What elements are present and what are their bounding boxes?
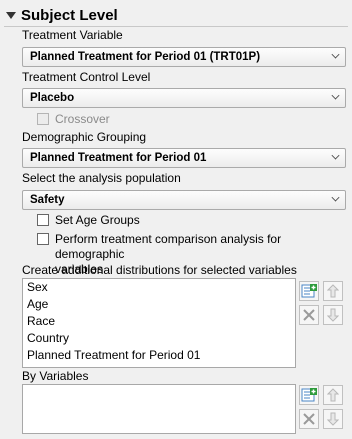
treatment-variable-value: Planned Treatment for Period 01 (TRT01P) xyxy=(30,51,261,63)
by-variables-listbox[interactable] xyxy=(22,384,296,434)
distributions-listbox[interactable]: Sex Age Race Country Planned Treatment f… xyxy=(22,278,296,368)
chevron-down-icon xyxy=(331,91,340,100)
section-header[interactable]: Subject Level xyxy=(6,4,118,26)
list-item[interactable]: Sex xyxy=(23,279,295,296)
arrow-up-icon xyxy=(327,388,339,402)
distributions-remove-button[interactable] xyxy=(299,305,319,325)
by-variables-move-down-button[interactable] xyxy=(323,409,343,429)
section-divider xyxy=(4,26,348,27)
arrow-down-icon xyxy=(327,412,339,426)
list-item[interactable]: Country xyxy=(23,330,295,347)
chevron-down-icon xyxy=(331,50,340,59)
remove-x-icon xyxy=(303,413,315,425)
list-item[interactable]: Age xyxy=(23,296,295,313)
treatment-control-value: Placebo xyxy=(30,92,75,104)
add-list-icon xyxy=(301,284,317,298)
distributions-move-up-button[interactable] xyxy=(323,281,343,301)
arrow-up-icon xyxy=(327,284,339,298)
demographic-grouping-label: Demographic Grouping xyxy=(22,130,147,144)
by-variables-remove-button[interactable] xyxy=(299,409,319,429)
treatment-variable-label: Treatment Variable xyxy=(22,28,123,42)
subject-level-panel: Subject Level Treatment Variable Planned… xyxy=(4,2,348,436)
distributions-label: Create additional distributions for sele… xyxy=(22,263,297,277)
chevron-down-icon xyxy=(331,151,340,160)
add-list-icon xyxy=(301,388,317,402)
treatment-comparison-label-line1: Perform treatment comparison analysis fo… xyxy=(55,232,282,261)
demographic-grouping-dropdown[interactable]: Planned Treatment for Period 01 xyxy=(22,148,346,168)
analysis-population-value: Safety xyxy=(30,194,65,206)
arrow-down-icon xyxy=(327,308,339,322)
distributions-move-down-button[interactable] xyxy=(323,305,343,325)
chevron-down-icon xyxy=(331,193,340,202)
collapse-triangle-icon[interactable] xyxy=(6,11,16,19)
by-variables-label: By Variables xyxy=(22,369,89,383)
distributions-add-button[interactable] xyxy=(299,281,319,301)
list-item[interactable]: Race xyxy=(23,313,295,330)
remove-x-icon xyxy=(303,309,315,321)
crossover-checkbox[interactable] xyxy=(37,113,49,125)
set-age-groups-option: Set Age Groups xyxy=(37,213,140,227)
list-item[interactable]: Planned Treatment for Period 01 xyxy=(23,347,295,364)
by-variables-add-button[interactable] xyxy=(299,385,319,405)
section-title: Subject Level xyxy=(21,6,118,24)
treatment-control-label: Treatment Control Level xyxy=(22,70,151,84)
treatment-comparison-checkbox[interactable] xyxy=(37,233,49,245)
demographic-grouping-value: Planned Treatment for Period 01 xyxy=(30,152,207,164)
crossover-label: Crossover xyxy=(55,112,110,126)
treatment-control-dropdown[interactable]: Placebo xyxy=(22,88,346,108)
crossover-option: Crossover xyxy=(37,112,110,126)
set-age-groups-checkbox[interactable] xyxy=(37,214,49,226)
set-age-groups-label: Set Age Groups xyxy=(55,213,140,227)
treatment-variable-dropdown[interactable]: Planned Treatment for Period 01 (TRT01P) xyxy=(22,47,346,67)
analysis-population-label: Select the analysis population xyxy=(22,171,181,185)
analysis-population-dropdown[interactable]: Safety xyxy=(22,190,346,210)
by-variables-move-up-button[interactable] xyxy=(323,385,343,405)
